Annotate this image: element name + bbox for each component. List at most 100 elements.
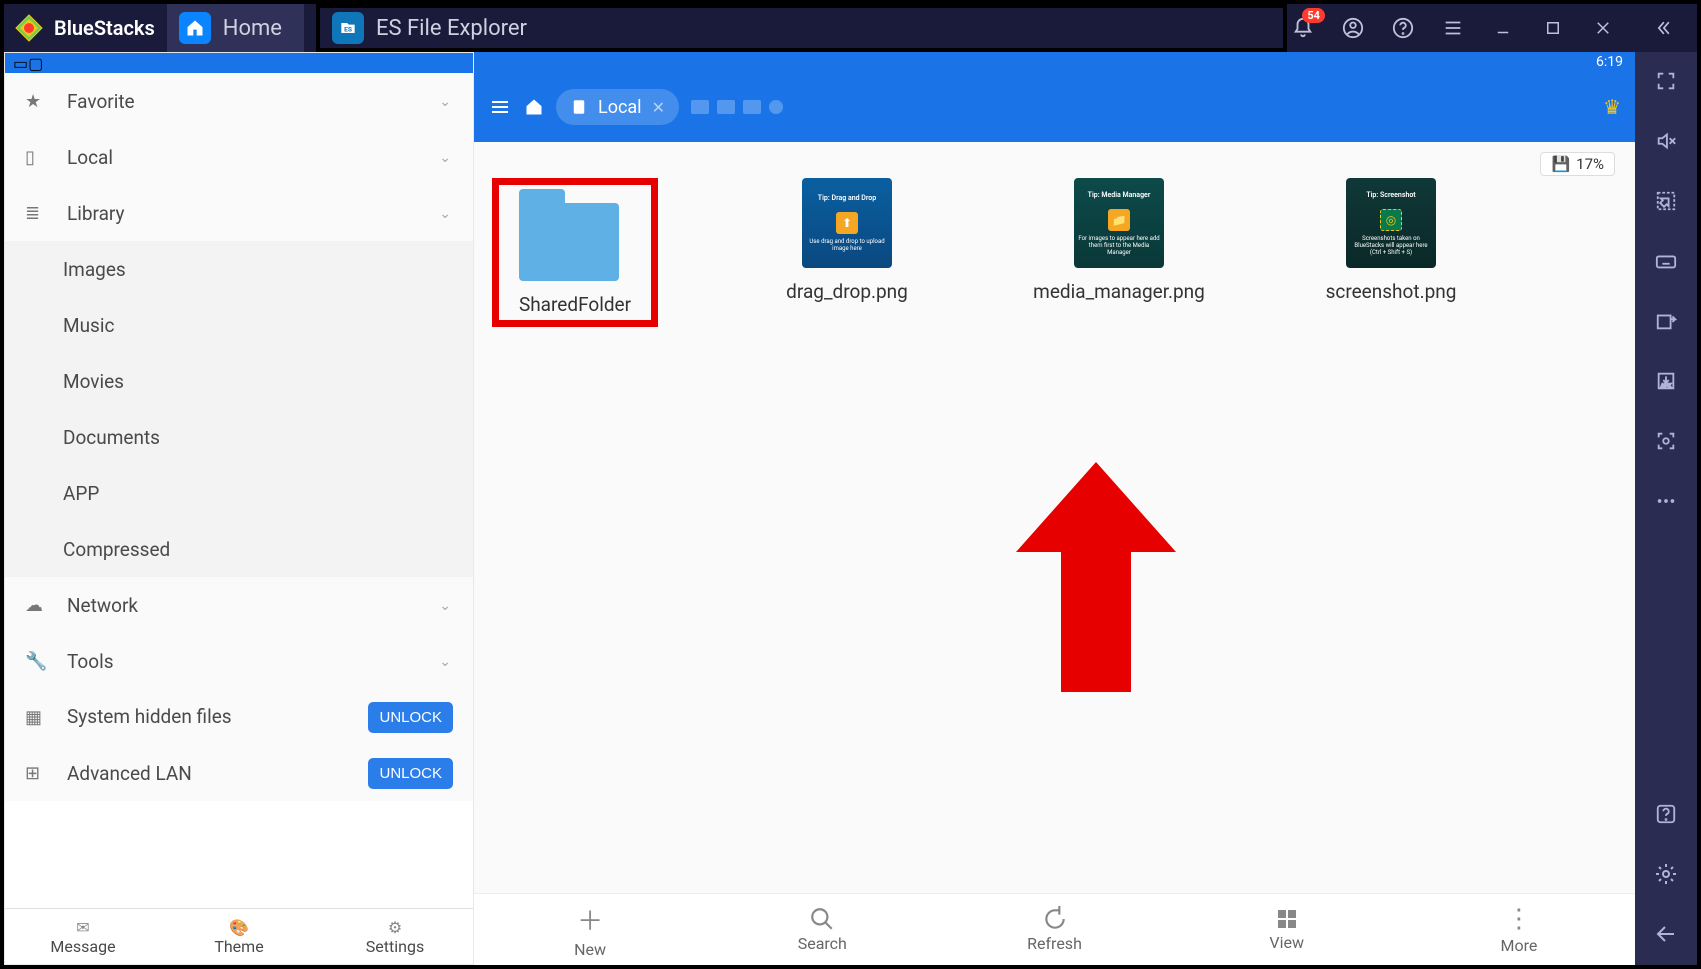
esfileexplorer-app-icon: ES [332,12,364,44]
maximize-button[interactable] [1537,12,1569,44]
sidebar-item-app[interactable]: APP [5,465,473,521]
sidebar-bottom-bar: ✉ Message 🎨 Theme ⚙ Settings [5,908,473,964]
more-tools-icon[interactable] [1649,484,1683,518]
path-bar: Local ✕ ♛ [474,72,1635,142]
sidebar-item-label: Compressed [63,538,170,561]
cloud-icon: ☁ [25,595,53,616]
tab-home[interactable]: Home [167,4,304,52]
close-button[interactable] [1587,12,1619,44]
action-label: View [1269,933,1304,952]
android-status-bar-right: 6:19 [474,52,1635,72]
volume-mute-icon[interactable] [1649,124,1683,158]
sidebar-item-label: Movies [63,370,124,393]
camera-icon: ◎ [1380,209,1402,231]
layers-icon: ≣ [25,203,53,224]
sidebar-item-favorite[interactable]: ★ Favorite [5,73,473,129]
bottombar-theme[interactable]: 🎨 Theme [161,909,317,964]
cloud-chip-icon[interactable] [769,100,783,114]
palette-icon: 🎨 [229,918,249,937]
unlock-button[interactable]: UNLOCK [368,702,453,733]
action-new[interactable]: ＋ New [474,894,706,965]
account-button[interactable] [1337,12,1369,44]
sidebar-item-label: System hidden files [67,706,232,729]
titlebar: BlueStacks Home ES ES File Explorer 54 [4,4,1697,52]
selection-icon[interactable] [1649,184,1683,218]
sidebar-item-label: Favorite [67,90,135,113]
export-icon[interactable] [1649,304,1683,338]
apk-install-icon[interactable]: APK [1649,364,1683,398]
keyboard-icon[interactable] [1649,244,1683,278]
sidebar-item-tools[interactable]: 🔧 Tools [5,633,473,689]
minimize-button[interactable] [1487,12,1519,44]
annotation-highlight: SharedFolder [492,178,658,327]
sdcard-icon [570,98,588,116]
sidebar-item-hidden-files[interactable]: ▦ System hidden files UNLOCK [5,689,473,745]
image-thumbnail: Tip: Media Manager 📁 For images to appea… [1074,178,1164,268]
upload-icon: ⬆ [836,212,858,234]
sidebar-item-advanced-lan[interactable]: ⊞ Advanced LAN UNLOCK [5,745,473,801]
settings-icon[interactable] [1649,857,1683,891]
sidebar-panel: ▭ ▢ ★ Favorite ▯ Local ≣ Library Images [4,52,474,965]
path-crumb-local[interactable]: Local ✕ [556,89,679,125]
file-item-dragdrop[interactable]: Tip: Drag and Drop ⬆ Use drag and drop t… [782,178,912,327]
bottombar-label: Settings [366,937,424,956]
action-refresh[interactable]: Refresh [938,894,1170,965]
grid-view-icon [1275,907,1299,931]
sidebar-item-label: Images [63,258,126,281]
file-label: SharedFolder [519,293,631,316]
sidebar-item-label: Local [67,146,113,169]
action-label: New [574,940,606,959]
chip-icon[interactable] [691,100,709,114]
search-icon [809,906,835,932]
collapse-rail-button[interactable] [1647,12,1679,44]
close-crumb-icon[interactable]: ✕ [652,98,665,117]
annotation-arrow [1016,462,1176,692]
unlock-button[interactable]: UNLOCK [368,758,453,789]
disk-icon: 💾 [1551,155,1570,173]
back-icon[interactable] [1649,917,1683,951]
sidebar-item-movies[interactable]: Movies [5,353,473,409]
bottombar-message[interactable]: ✉ Message [5,909,161,964]
sidebar-item-music[interactable]: Music [5,297,473,353]
refresh-icon [1042,906,1068,932]
sidebar-item-label: APP [63,482,99,505]
file-item-screenshot[interactable]: Tip: Screenshot ◎ Screenshots taken on B… [1326,178,1456,327]
action-view[interactable]: View [1171,894,1403,965]
sidebar-item-images[interactable]: Images [5,241,473,297]
notifications-button[interactable]: 54 [1287,12,1319,44]
image-thumbnail: Tip: Screenshot ◎ Screenshots taken on B… [1346,178,1436,268]
action-label: Search [798,934,847,953]
sidebar-item-documents[interactable]: Documents [5,409,473,465]
fullscreen-icon[interactable] [1649,64,1683,98]
tab-esfileexplorer[interactable]: ES ES File Explorer [316,4,1287,52]
sidebar-item-network[interactable]: ☁ Network [5,577,473,633]
menu-button[interactable] [1437,12,1469,44]
file-item-mediamanager[interactable]: Tip: Media Manager 📁 For images to appea… [1054,178,1184,327]
help-button[interactable] [1387,12,1419,44]
sidebar-item-library[interactable]: ≣ Library [5,185,473,241]
sidebar-item-compressed[interactable]: Compressed [5,521,473,577]
crown-icon[interactable]: ♛ [1603,95,1621,119]
action-search[interactable]: Search [706,894,938,965]
sidebar-item-label: Library [67,202,125,225]
bottombar-label: Theme [214,937,263,956]
file-item-sharedfolder[interactable]: SharedFolder [510,178,640,327]
file-label: screenshot.png [1326,280,1457,303]
main-panel: 6:19 Local ✕ [474,52,1635,965]
status-clock: 6:19 [1596,54,1623,70]
notification-badge: 54 [1302,8,1325,23]
status-icon: ▢ [28,54,43,73]
bottombar-settings[interactable]: ⚙ Settings [317,909,473,964]
chip-icon[interactable] [717,100,735,114]
home-icon[interactable] [524,97,544,117]
action-more[interactable]: ⋮ More [1403,894,1635,965]
action-bar: ＋ New Search Refresh [474,893,1635,965]
hamburger-icon[interactable] [488,95,512,119]
brand-label: BlueStacks [54,16,155,40]
screenshot-icon[interactable] [1649,424,1683,458]
storage-analyze-pill[interactable]: 💾 17% [1540,152,1615,176]
star-icon: ★ [25,91,53,112]
sidebar-item-local[interactable]: ▯ Local [5,129,473,185]
chip-icon[interactable] [743,100,761,114]
help-icon[interactable] [1649,797,1683,831]
